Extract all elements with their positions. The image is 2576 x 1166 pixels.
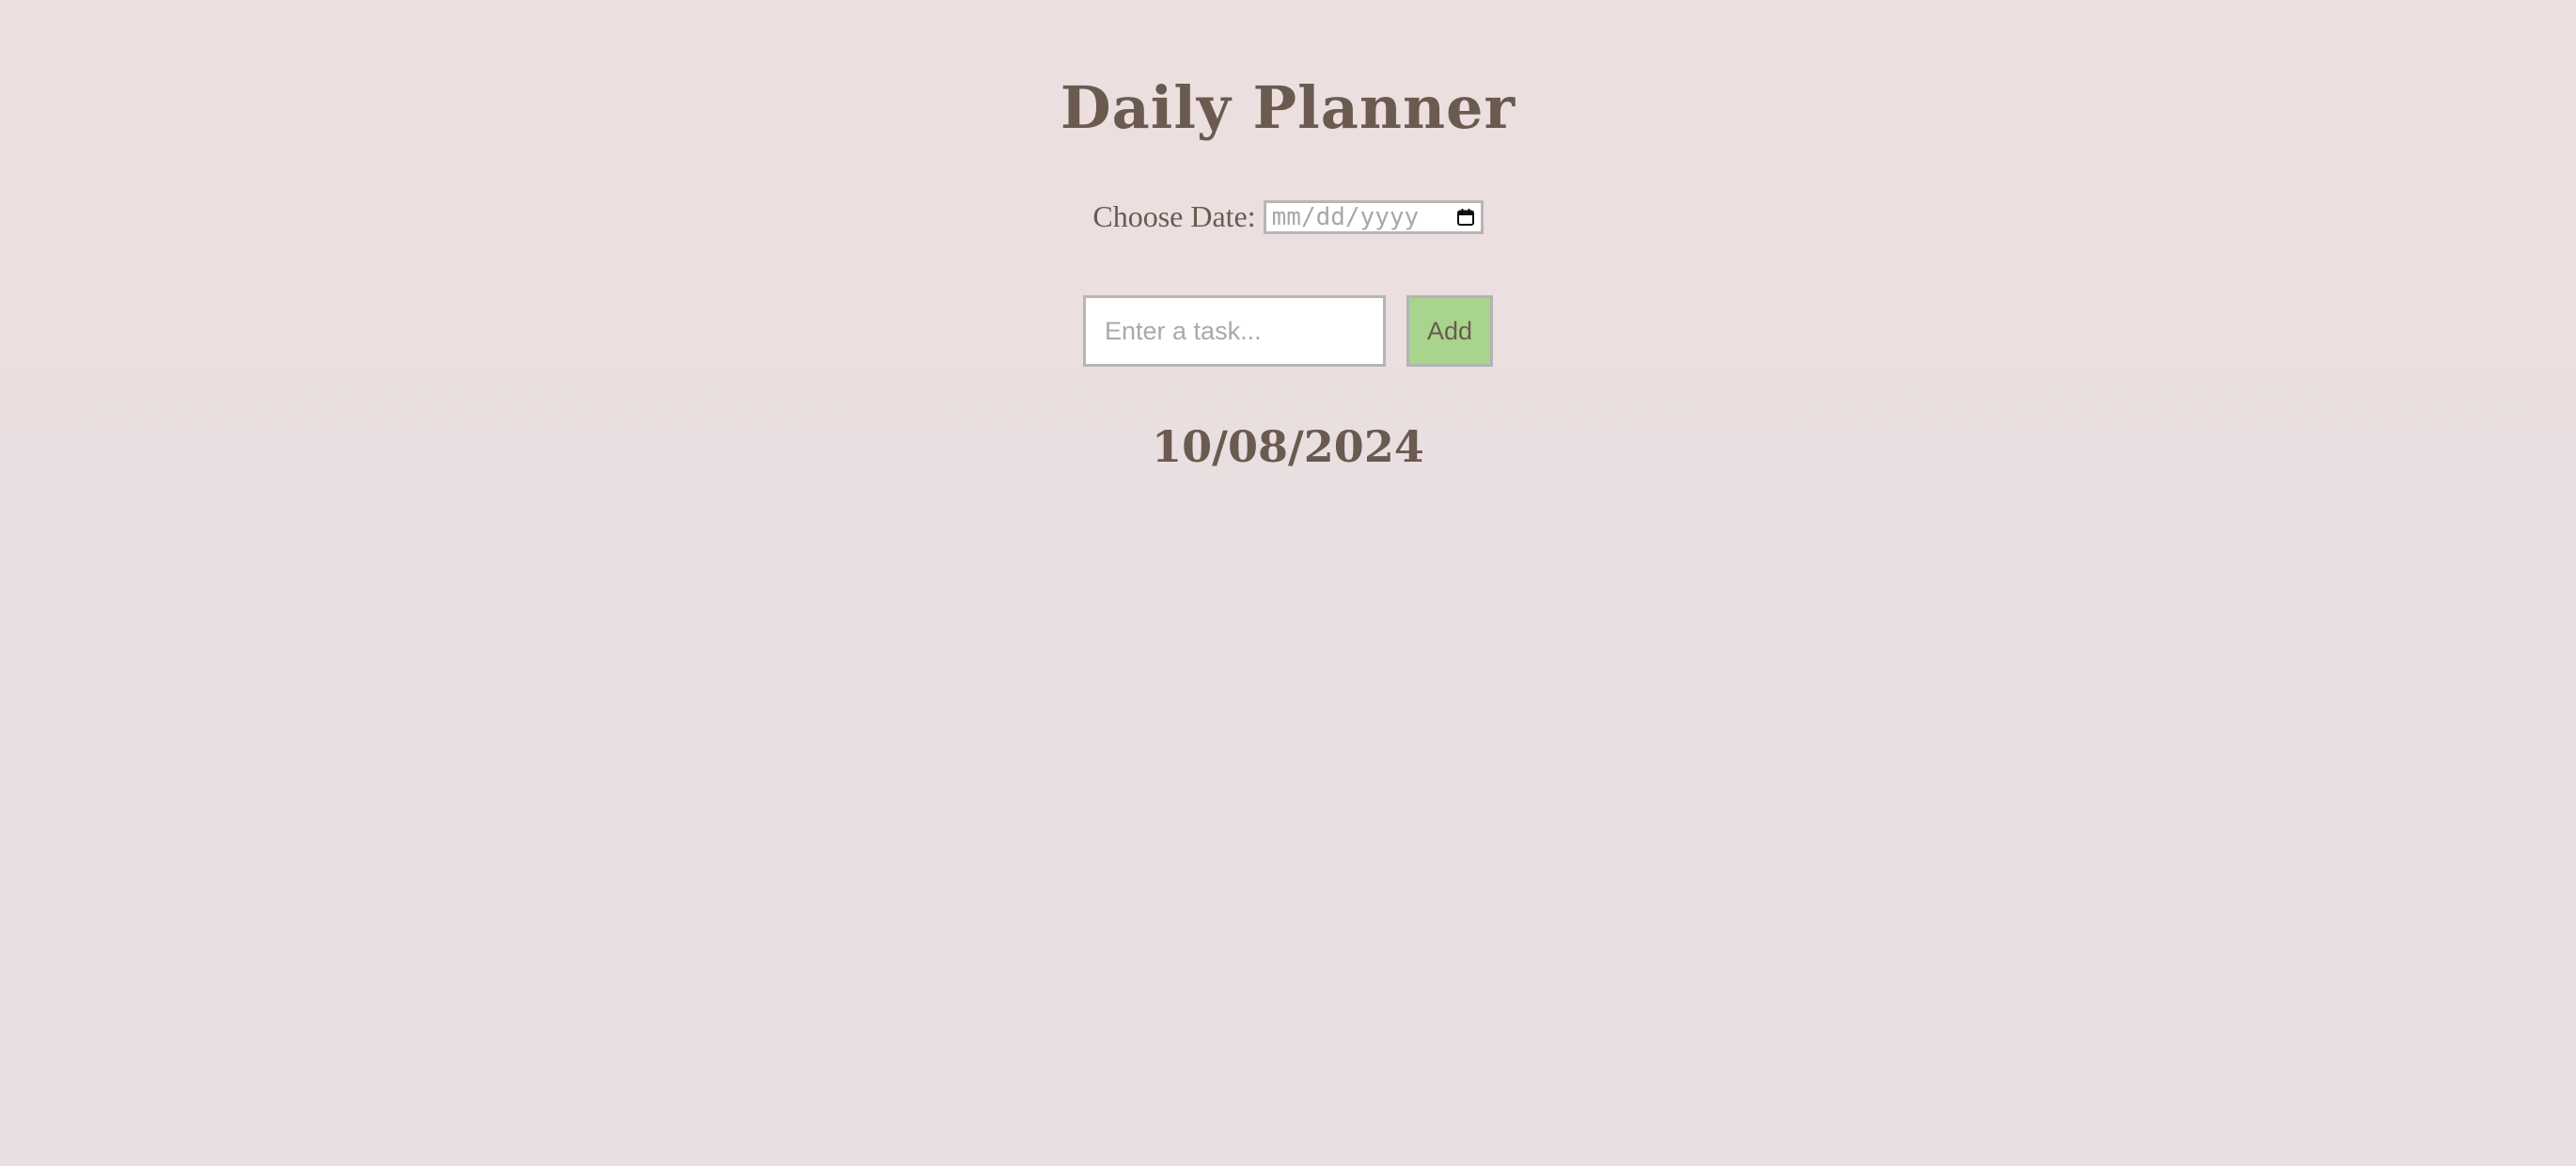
add-task-button[interactable]: Add	[1406, 295, 1493, 367]
date-label: Choose Date:	[1092, 199, 1256, 233]
task-entry-row: Add	[0, 295, 2576, 367]
selected-date-heading: 10/08/2024	[1152, 421, 1424, 472]
date-input[interactable]: mm/dd/yyyy	[1263, 199, 1484, 234]
date-picker-row: Choose Date: mm/dd/yyyy	[0, 199, 2576, 234]
date-placeholder: mm/dd/yyyy	[1271, 202, 1420, 231]
page-title: Daily Planner	[1060, 73, 1516, 142]
calendar-icon[interactable]	[1456, 208, 1475, 227]
planner-page: Daily Planner Choose Date: mm/dd/yyyy Ad…	[0, 0, 2576, 1166]
task-input[interactable]	[1083, 295, 1386, 367]
